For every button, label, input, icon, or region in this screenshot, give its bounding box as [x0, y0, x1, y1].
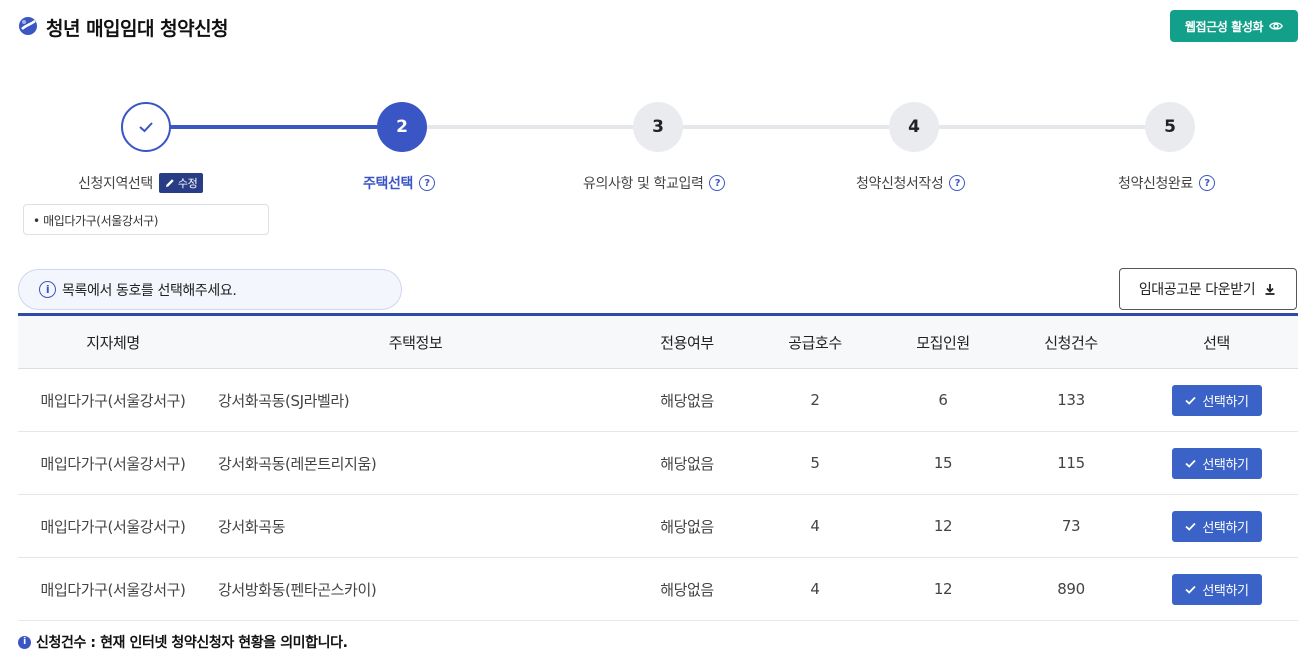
house-cell: 강서화곡동	[218, 517, 286, 536]
check-icon	[1185, 459, 1197, 468]
exclusive-cell: 해당없음	[660, 391, 714, 410]
step-5-label-text: 청약신청완료	[1118, 176, 1193, 192]
step-1-label: 신청지역선택 수정	[78, 173, 204, 193]
recruit-cell: 12	[933, 580, 953, 598]
help-icon[interactable]: ?	[1198, 175, 1215, 191]
help-icon[interactable]: ?	[418, 175, 435, 191]
column-header: 지자체명	[86, 333, 140, 352]
table-row: 매입다가구(서울강서구) 강서방화동(펜타곤스카이) 해당없음 4 12 890…	[18, 558, 1298, 621]
column-header: 선택	[1203, 333, 1230, 352]
info-icon: i	[18, 635, 31, 649]
step-3-circle: 3	[633, 102, 683, 152]
check-icon	[1185, 585, 1197, 594]
applications-cell: 115	[1057, 454, 1085, 472]
progress-stepper: 2 3 4 5 신청지역선택 수정 주택선택 ? 유의사항 및 학교입력 ? 청…	[0, 100, 1309, 240]
check-icon	[139, 122, 153, 133]
step-4-circle: 4	[889, 102, 939, 152]
house-cell: 강서화곡동(SJ라벨라)	[218, 391, 350, 410]
exclusive-cell: 해당없음	[660, 580, 714, 599]
select-button[interactable]: 선택하기	[1171, 510, 1262, 542]
step-3-label: 유의사항 및 학교입력 ?	[583, 173, 726, 193]
step-5-circle: 5	[1145, 102, 1195, 152]
table-row: 매입다가구(서울강서구) 강서화곡동(SJ라벨라) 해당없음 2 6 133 선…	[18, 369, 1298, 432]
select-button-label: 선택하기	[1202, 520, 1249, 536]
select-button-label: 선택하기	[1202, 457, 1249, 473]
exclusive-cell: 해당없음	[660, 454, 714, 473]
page-header: 청년 매입임대 청약신청 웹접근성 활성화	[18, 10, 1298, 42]
recruit-cell: 6	[938, 391, 948, 409]
page-title: 청년 매입임대 청약신청	[46, 18, 229, 40]
column-header: 공급호수	[788, 333, 842, 352]
step-1-circle	[121, 102, 171, 152]
step-connector	[427, 125, 633, 129]
region-cell: 매입다가구(서울강서구)	[40, 391, 186, 410]
applications-cell: 133	[1057, 391, 1085, 409]
step-4-label: 청약신청서작성 ?	[856, 173, 966, 193]
select-button-label: 선택하기	[1202, 583, 1249, 599]
supply-cell: 4	[810, 517, 820, 535]
step-connector	[683, 125, 889, 129]
step-connector	[170, 125, 377, 129]
download-icon	[1265, 284, 1275, 295]
select-button[interactable]: 선택하기	[1171, 384, 1262, 416]
footnote-text: 신청건수 : 현재 인터넷 청약신청자 현황을 의미합니다.	[36, 635, 348, 651]
house-cell: 강서방화동(펜타곤스카이)	[218, 580, 377, 599]
accessibility-toggle-button[interactable]: 웹접근성 활성화	[1170, 10, 1298, 42]
help-icon[interactable]: ?	[949, 175, 966, 191]
step-3-label-text: 유의사항 및 학교입력	[583, 176, 704, 192]
recruit-cell: 15	[933, 454, 953, 472]
region-cell: 매입다가구(서울강서구)	[40, 580, 186, 599]
info-message: i 목록에서 동호를 선택해주세요.	[18, 269, 402, 310]
pencil-icon	[165, 179, 174, 187]
housing-table: 지자체명 주택정보 전용여부 공급호수 모집인원 신청건수 선택 매입다가구(서…	[18, 313, 1298, 621]
table-row: 매입다가구(서울강서구) 강서화곡동 해당없음 4 12 73 선택하기	[18, 495, 1298, 558]
column-header: 전용여부	[660, 333, 714, 352]
step-4-label-text: 청약신청서작성	[856, 176, 944, 192]
selected-region-box: • 매입다가구(서울강서구)	[23, 204, 269, 235]
step-5-label: 청약신청완료 ?	[1118, 173, 1215, 193]
column-header: 주택정보	[388, 333, 443, 352]
house-cell: 강서화곡동(레몬트리지움)	[218, 454, 377, 473]
select-button-label: 선택하기	[1202, 394, 1249, 410]
applications-cell: 73	[1061, 517, 1081, 535]
download-notice-button[interactable]: 임대공고문 다운받기	[1119, 268, 1297, 310]
supply-cell: 5	[810, 454, 820, 472]
info-icon: i	[39, 281, 56, 298]
step-2-circle: 2	[377, 102, 427, 152]
footnote: i 신청건수 : 현재 인터넷 청약신청자 현황을 의미합니다.	[18, 632, 348, 652]
column-header: 신청건수	[1044, 333, 1098, 352]
download-label: 임대공고문 다운받기	[1138, 282, 1256, 298]
accessibility-button-label: 웹접근성 활성화	[1184, 19, 1264, 34]
step-connector	[939, 125, 1145, 129]
region-cell: 매입다가구(서울강서구)	[40, 517, 186, 536]
exclusive-cell: 해당없음	[660, 517, 714, 536]
edit-region-button[interactable]: 수정	[158, 173, 204, 193]
region-cell: 매입다가구(서울강서구)	[40, 454, 186, 473]
help-icon[interactable]: ?	[709, 175, 726, 191]
edit-label: 수정	[177, 177, 198, 190]
select-cell: 선택하기	[1135, 384, 1298, 416]
info-message-text: 목록에서 동호를 선택해주세요.	[62, 282, 237, 299]
table-header-row: 지자체명 주택정보 전용여부 공급호수 모집인원 신청건수 선택	[18, 316, 1298, 369]
select-button[interactable]: 선택하기	[1171, 447, 1262, 479]
recruit-cell: 12	[933, 517, 953, 535]
select-cell: 선택하기	[1135, 573, 1298, 605]
select-cell: 선택하기	[1135, 510, 1298, 542]
check-icon	[1185, 396, 1197, 405]
step-2-label-text: 주택선택	[363, 176, 413, 192]
applications-cell: 890	[1057, 580, 1085, 598]
step-1-label-text: 신청지역선택	[78, 176, 153, 192]
table-row: 매입다가구(서울강서구) 강서화곡동(레몬트리지움) 해당없음 5 15 115…	[18, 432, 1298, 495]
check-icon	[1185, 522, 1197, 531]
logo-icon	[19, 17, 37, 35]
select-button[interactable]: 선택하기	[1171, 573, 1262, 605]
supply-cell: 2	[810, 391, 820, 409]
step-2-label: 주택선택 ?	[363, 173, 435, 193]
eye-icon	[1269, 22, 1284, 30]
supply-cell: 4	[810, 580, 820, 598]
column-header: 모집인원	[916, 333, 970, 352]
select-cell: 선택하기	[1135, 447, 1298, 479]
